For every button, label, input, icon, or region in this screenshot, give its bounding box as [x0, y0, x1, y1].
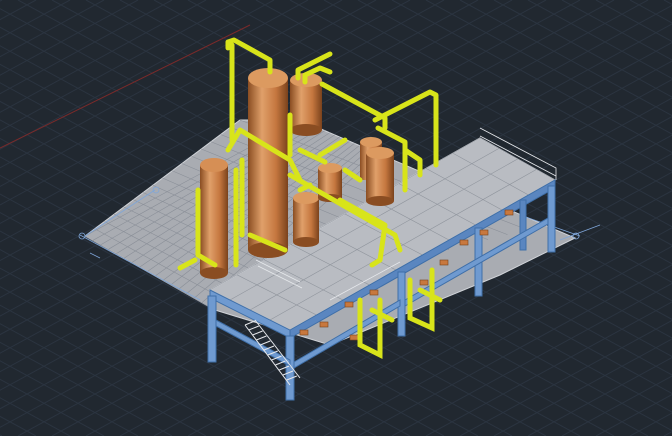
- small-drum-center: [293, 192, 319, 247]
- small-drum-right: [366, 147, 394, 206]
- cad-model-viewport[interactable]: [0, 0, 672, 436]
- tall-column-center: [248, 68, 288, 258]
- model-canvas[interactable]: [0, 0, 672, 436]
- ucs-axis-line: [0, 24, 251, 149]
